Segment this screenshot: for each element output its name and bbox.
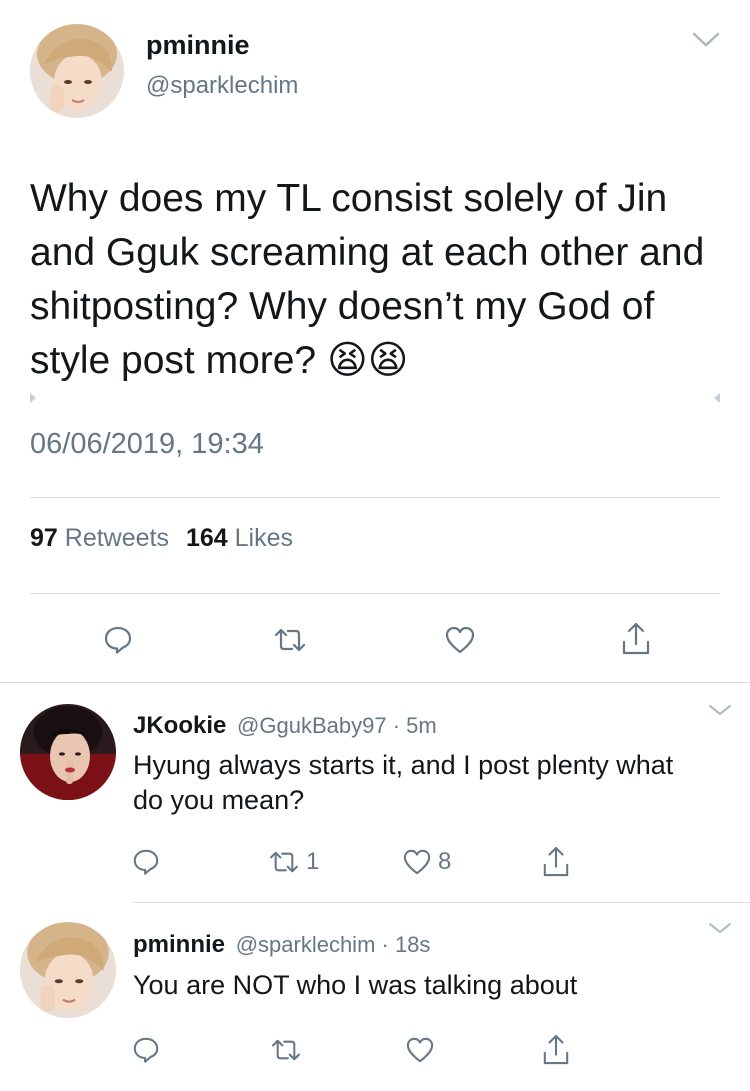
reply-icon[interactable] (98, 620, 138, 660)
like-count: 164 (185, 524, 228, 552)
avatar-image (20, 704, 116, 800)
reply-handle-time[interactable]: @sparklechim · 18s (236, 932, 431, 957)
share-icon[interactable] (616, 618, 656, 660)
reply-avatar[interactable] (20, 922, 116, 1018)
avatar-image (30, 24, 124, 118)
media-marker-right (714, 393, 720, 403)
reply-text: Hyung always starts it, and I post plent… (133, 750, 674, 815)
retweet-icon (268, 850, 300, 874)
share-icon[interactable] (538, 1030, 574, 1070)
reply-handle-time[interactable]: @GgukBaby97 · 5m (237, 713, 437, 738)
reply-header: JKookie @GgukBaby97 · 5m (133, 712, 437, 740)
like-count: 8 (438, 848, 452, 875)
reply-display-name[interactable]: JKookie (133, 712, 226, 739)
divider (30, 497, 720, 498)
retweet-action[interactable]: 1 (268, 844, 319, 880)
tweet-text: Why does my TL consist solely of Jin and… (30, 177, 705, 382)
author-avatar[interactable] (30, 24, 124, 118)
retweet-label: Retweets (64, 524, 169, 552)
media-marker-left (30, 393, 36, 403)
reply-text: You are NOT who I was talking about (133, 970, 578, 1000)
like-label: Likes (234, 524, 293, 552)
retweet-icon[interactable] (268, 1032, 304, 1068)
author-display-name[interactable]: pminnie (146, 30, 250, 61)
avatar-image (20, 922, 116, 1018)
engagement-stats: 97 Retweets 164 Likes (30, 524, 293, 553)
chevron-down-icon[interactable] (706, 700, 734, 720)
like-icon[interactable] (402, 1032, 438, 1068)
author-handle[interactable]: @sparklechim (146, 72, 298, 100)
retweet-stat[interactable]: 97 Retweets (30, 524, 176, 552)
retweet-count: 97 (30, 524, 58, 552)
like-stat[interactable]: 164 Likes (186, 524, 293, 552)
chevron-down-icon[interactable] (690, 28, 722, 52)
reply-avatar[interactable] (20, 704, 116, 800)
reply-header: pminnie @sparklechim · 18s (133, 931, 430, 959)
share-icon[interactable] (538, 842, 574, 882)
section-divider (133, 902, 750, 903)
tweet-timestamp[interactable]: 06/06/2019, 19:34 (30, 428, 264, 461)
retweet-count: 1 (306, 848, 320, 875)
like-icon[interactable] (440, 620, 480, 660)
reply-display-name[interactable]: pminnie (133, 931, 225, 958)
like-action[interactable]: 8 (402, 844, 451, 880)
reply-icon[interactable] (128, 1032, 164, 1068)
divider (30, 593, 720, 594)
section-divider (0, 682, 750, 683)
retweet-icon[interactable] (270, 620, 310, 660)
reply-icon[interactable] (128, 844, 164, 880)
like-icon (402, 848, 432, 876)
chevron-down-icon[interactable] (706, 918, 734, 938)
